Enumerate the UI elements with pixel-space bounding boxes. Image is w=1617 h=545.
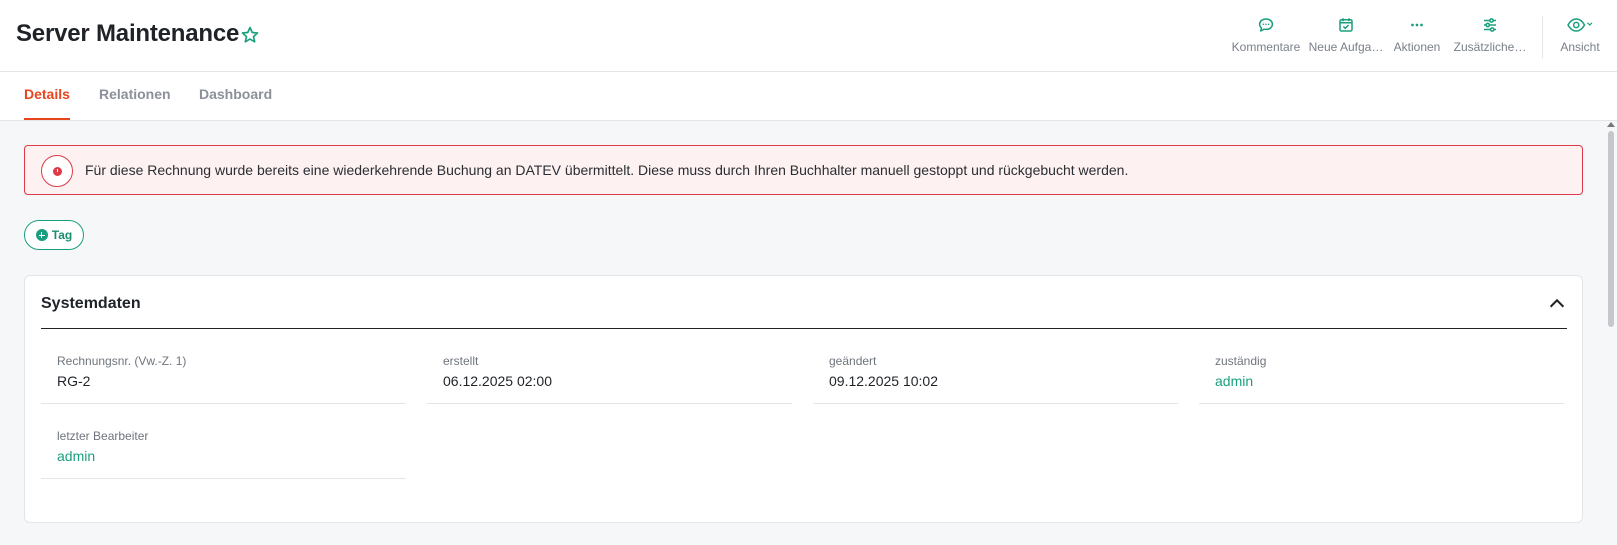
tab-relations[interactable]: Relationen — [99, 86, 171, 120]
comments-button[interactable]: Kommentare — [1226, 14, 1306, 58]
alert-exclamation-icon — [41, 155, 73, 187]
field-modified: geändert 09.12.2025 10:02 — [813, 346, 1178, 404]
calendar-check-icon — [1339, 18, 1353, 32]
field-label: zuständig — [1215, 354, 1267, 368]
more-dots-icon — [1411, 23, 1423, 27]
comments-label: Kommentare — [1231, 40, 1301, 54]
card-divider — [41, 328, 1567, 329]
new-task-button[interactable]: Neue Aufga… — [1306, 14, 1386, 58]
view-button[interactable]: Ansicht — [1557, 14, 1603, 58]
chevron-up-icon[interactable] — [1546, 293, 1568, 315]
field-invoice-number: Rechnungsnr. (Vw.-Z. 1) RG-2 — [41, 346, 406, 404]
additional-button[interactable]: Zusätzliche… — [1448, 14, 1532, 58]
field-last-editor: letzter Bearbeiter admin — [41, 421, 406, 479]
scroll-up-arrow-icon[interactable] — [1607, 122, 1615, 127]
responsible-user-link[interactable]: admin — [1215, 373, 1253, 389]
field-label: letzter Bearbeiter — [57, 429, 149, 443]
tab-dashboard[interactable]: Dashboard — [199, 86, 272, 120]
page-header: Server Maintenance Kommentare Neue Aufga… — [0, 0, 1617, 72]
field-value: 06.12.2025 02:00 — [443, 373, 552, 389]
field-value: RG-2 — [57, 373, 91, 389]
sliders-icon — [1484, 18, 1496, 32]
field-responsible: zuständig admin — [1199, 346, 1564, 404]
field-label: geändert — [829, 354, 877, 368]
actions-button[interactable]: Aktionen — [1386, 14, 1448, 58]
toolbar-divider — [1542, 16, 1543, 58]
view-label: Ansicht — [1560, 40, 1600, 54]
favorite-star-icon[interactable] — [240, 25, 260, 45]
scroll-thumb[interactable] — [1608, 131, 1614, 327]
eye-icon — [1567, 18, 1593, 32]
field-created: erstellt 06.12.2025 02:00 — [427, 346, 792, 404]
add-tag-button[interactable]: Tag — [24, 220, 84, 250]
header-toolbar: Kommentare Neue Aufga… Aktionen Zusätzli… — [1226, 14, 1617, 58]
plus-circle-icon — [35, 229, 48, 241]
add-tag-label: Tag — [51, 228, 73, 242]
comment-icon — [1258, 18, 1274, 32]
systemdata-card: Systemdaten Rechnungsnr. (Vw.-Z. 1) RG-2… — [24, 275, 1583, 523]
field-label: erstellt — [443, 354, 479, 368]
page-title: Server Maintenance — [16, 20, 240, 47]
tab-bar: Details Relationen Dashboard — [0, 72, 1617, 121]
last-editor-link[interactable]: admin — [57, 448, 95, 464]
field-label: Rechnungsnr. (Vw.-Z. 1) — [57, 354, 187, 368]
error-alert: Für diese Rechnung wurde bereits eine wi… — [24, 145, 1583, 195]
field-value: 09.12.2025 10:02 — [829, 373, 938, 389]
new-task-label: Neue Aufga… — [1308, 40, 1384, 54]
actions-label: Aktionen — [1393, 40, 1441, 54]
additional-label: Zusätzliche… — [1453, 40, 1527, 54]
systemdata-title: Systemdaten — [41, 295, 141, 312]
alert-message: Für diese Rechnung wurde bereits eine wi… — [85, 162, 1129, 178]
vertical-scrollbar[interactable] — [1605, 121, 1617, 545]
tab-details[interactable]: Details — [24, 86, 70, 120]
